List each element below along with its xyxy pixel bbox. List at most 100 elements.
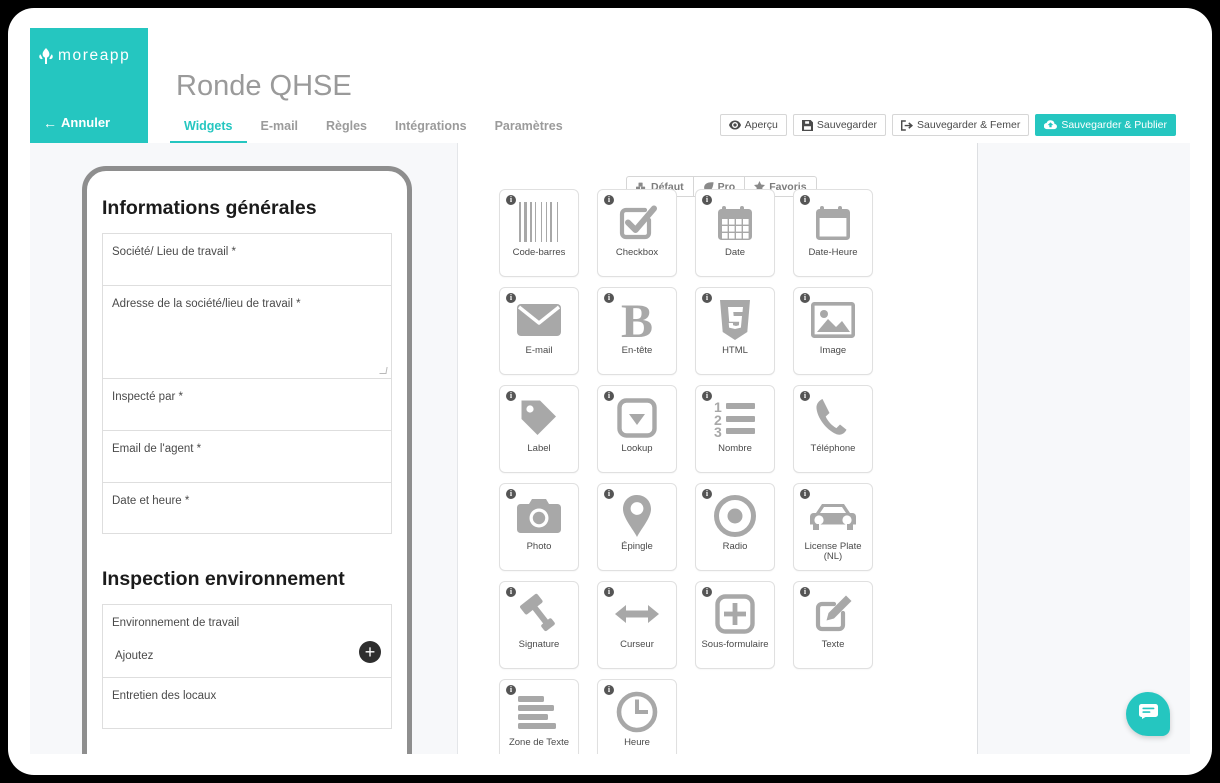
widget-card-radio[interactable]: i Radio (695, 483, 775, 571)
brand-logo: moreapp (39, 47, 130, 65)
tab-widgets[interactable]: Widgets (170, 116, 247, 143)
widget-label: Téléphone (810, 443, 856, 454)
svg-text:3: 3 (714, 424, 722, 437)
sauvegarder-button[interactable]: Sauvegarder (792, 114, 887, 136)
form-preview-content: Informations générales Société/ Lieu de t… (87, 171, 407, 729)
widget-label: Curseur (620, 639, 654, 650)
editor-body: Informations générales Société/ Lieu de t… (30, 143, 1190, 754)
leaf-icon (39, 48, 53, 64)
cancel-button[interactable]: ← Annuler (43, 115, 110, 130)
form-field[interactable]: Adresse de la société/lieu de travail * (102, 285, 392, 378)
widget-label: Heure (624, 737, 650, 748)
info-icon[interactable]: i (702, 489, 712, 499)
widget-label: Date (724, 247, 746, 258)
chat-bubble-button[interactable] (1126, 692, 1170, 736)
widget-card-curseur[interactable]: i Curseur (597, 581, 677, 669)
field-label: Entretien des locaux (112, 690, 217, 702)
widget-card-pingle[interactable]: i Épingle (597, 483, 677, 571)
properties-pane (977, 143, 1190, 754)
tab-int-grations[interactable]: Intégrations (381, 116, 481, 143)
widget-card-code-barres[interactable]: i Code-barres (499, 189, 579, 277)
form-preview-pane: Informations générales Société/ Lieu de t… (30, 143, 458, 754)
widget-card-t-l-phone[interactable]: i Téléphone (793, 385, 873, 473)
aper-u-button[interactable]: Aperçu (719, 114, 787, 136)
widget-card-date-heure[interactable]: i Date-Heure (793, 189, 873, 277)
form-field[interactable]: Email de l'agent * (102, 430, 392, 482)
section-title: Informations générales (102, 197, 317, 219)
info-icon[interactable]: i (702, 293, 712, 303)
button-label: Sauvegarder (816, 119, 878, 131)
widget-label: Texte (821, 639, 845, 650)
widget-card-image[interactable]: i Image (793, 287, 873, 375)
back-arrow-icon: ← (43, 114, 57, 131)
info-icon[interactable]: i (506, 391, 516, 401)
widget-card-en-t-te[interactable]: i B En-tête (597, 287, 677, 375)
widget-label: Image (819, 345, 847, 356)
cancel-label: Annuler (61, 115, 111, 130)
widget-pane: Défaut Pro Favoris i Code-barres i Checkbox i D… (459, 143, 976, 754)
info-icon[interactable]: i (800, 293, 810, 303)
info-icon[interactable]: i (506, 685, 516, 695)
page-title: Ronde QHSE (176, 70, 352, 102)
info-icon[interactable]: i (604, 489, 614, 499)
widget-label: Lookup (621, 443, 653, 454)
info-icon[interactable]: i (604, 293, 614, 303)
plus-icon[interactable]: + (359, 641, 381, 663)
widget-card-sous-formulaire[interactable]: i Sous-formulaire (695, 581, 775, 669)
brand-panel: moreapp ← Annuler (30, 28, 148, 143)
widget-card-heure[interactable]: i Heure (597, 679, 677, 754)
info-icon[interactable]: i (604, 391, 614, 401)
svg-text:B: B (621, 298, 653, 342)
tab-param-tres[interactable]: Paramètres (481, 116, 577, 143)
widget-card-lookup[interactable]: i Lookup (597, 385, 677, 473)
sauvegarder-publier-button[interactable]: Sauvegarder & Publier (1035, 114, 1176, 136)
widget-card-nombre[interactable]: i 1 2 3 Nombre (695, 385, 775, 473)
form-field[interactable]: Inspecté par * (102, 378, 392, 430)
info-icon[interactable]: i (604, 587, 614, 597)
widget-label: License Plate (NL) (804, 541, 862, 563)
widget-label: HTML (722, 345, 748, 356)
form-field[interactable]: Environnement de travail Ajoutez + (102, 604, 392, 677)
field-label: Date et heure * (112, 495, 190, 507)
info-icon[interactable]: i (702, 587, 712, 597)
field-label: Email de l'agent * (112, 443, 202, 455)
widget-card-checkbox[interactable]: i Checkbox (597, 189, 677, 277)
form-section: Informations générales Société/ Lieu de t… (102, 197, 392, 534)
tab-e-mail[interactable]: E-mail (247, 116, 313, 143)
widget-card-zone-de-texte[interactable]: i Zone de Texte (499, 679, 579, 754)
textarea-resize-handle[interactable] (379, 367, 388, 374)
tab-bar: Widgets E-mail Règles Intégrations Paramètre… (170, 116, 577, 143)
info-icon[interactable]: i (702, 195, 712, 205)
info-icon[interactable]: i (800, 195, 810, 205)
widget-card-html[interactable]: i HTML (695, 287, 775, 375)
widget-label: Code-barres (512, 247, 566, 258)
widget-card-photo[interactable]: i Photo (499, 483, 579, 571)
info-icon[interactable]: i (800, 489, 810, 499)
info-icon[interactable]: i (702, 391, 712, 401)
eye-icon (728, 120, 741, 130)
info-icon[interactable]: i (506, 195, 516, 205)
widget-card-signature[interactable]: i Signature (499, 581, 579, 669)
sauvegarder-femer-button[interactable]: Sauvegarder & Femer (892, 114, 1030, 136)
widget-label: Photo (526, 541, 552, 552)
widget-card-label[interactable]: i Label (499, 385, 579, 473)
info-icon[interactable]: i (506, 489, 516, 499)
info-icon[interactable]: i (800, 587, 810, 597)
widget-label: Radio (722, 541, 748, 552)
widget-label: Signature (518, 639, 560, 650)
form-field[interactable]: Date et heure * (102, 482, 392, 534)
widget-label: Checkbox (615, 247, 659, 258)
info-icon[interactable]: i (506, 587, 516, 597)
form-field[interactable]: Entretien des locaux (102, 677, 392, 729)
tab-r-gles[interactable]: Règles (312, 116, 381, 143)
widget-card-license-plate-nl[interactable]: i License Plate (NL) (793, 483, 873, 571)
field-label: Adresse de la société/lieu de travail * (112, 298, 301, 310)
form-field[interactable]: Société/ Lieu de travail * (102, 233, 392, 285)
widget-card-date[interactable]: i Date (695, 189, 775, 277)
info-icon[interactable]: i (604, 685, 614, 695)
info-icon[interactable]: i (506, 293, 516, 303)
info-icon[interactable]: i (800, 391, 810, 401)
widget-card-e-mail[interactable]: i E-mail (499, 287, 579, 375)
info-icon[interactable]: i (604, 195, 614, 205)
widget-card-texte[interactable]: i Texte (793, 581, 873, 669)
